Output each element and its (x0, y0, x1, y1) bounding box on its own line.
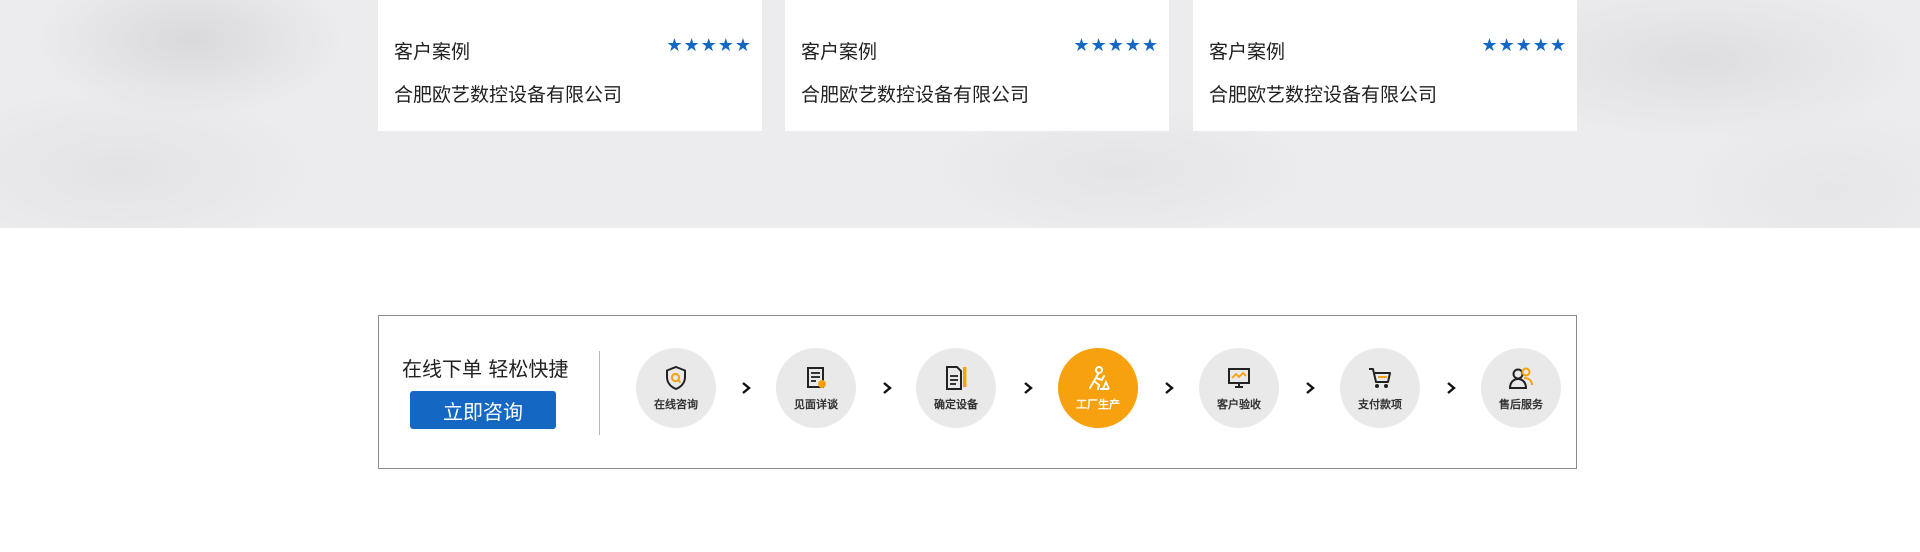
chevron-right-icon (739, 378, 753, 398)
consult-button[interactable]: 立即咨询 (410, 391, 556, 429)
case-company: 合肥欧艺数控设备有限公司 (1209, 84, 1438, 106)
customer-service-icon (1507, 364, 1535, 392)
step-customer-acceptance[interactable]: 客户验收 (1199, 348, 1279, 428)
case-company: 合肥欧艺数控设备有限公司 (394, 84, 623, 106)
case-card[interactable]: 客户案例 ★★★★★ 合肥欧艺数控设备有限公司 (785, 0, 1169, 131)
case-banner: 客户案例 ★★★★★ 合肥欧艺数控设备有限公司 客户案例 ★★★★★ 合肥欧艺数… (0, 0, 1920, 228)
rating-stars: ★★★★★ (1073, 35, 1159, 56)
order-process-panel: 在线下单 轻松快捷 立即咨询 在线咨询 见面详谈 确定设备 工厂生产 客户验收 … (378, 315, 1577, 469)
divider (599, 351, 600, 435)
rating-stars: ★★★★★ (666, 35, 752, 56)
step-label: 确定设备 (934, 398, 978, 411)
worker-icon (1084, 364, 1112, 392)
case-company: 合肥欧艺数控设备有限公司 (801, 84, 1030, 106)
case-tag: 客户案例 (801, 41, 878, 63)
case-tag: 客户案例 (1209, 41, 1286, 63)
monitor-icon (1225, 364, 1253, 392)
chevron-right-icon (1021, 378, 1035, 398)
document-check-icon (802, 364, 830, 392)
step-label: 在线咨询 (654, 398, 698, 411)
step-label: 客户验收 (1217, 398, 1261, 411)
step-payment[interactable]: 支付款项 (1340, 348, 1420, 428)
step-online-consult[interactable]: 在线咨询 (636, 348, 716, 428)
step-label: 工厂生产 (1076, 398, 1120, 411)
chevron-right-icon (880, 378, 894, 398)
step-label: 支付款项 (1358, 398, 1402, 411)
chevron-right-icon (1444, 378, 1458, 398)
document-pencil-icon (942, 364, 970, 392)
case-card[interactable]: 客户案例 ★★★★★ 合肥欧艺数控设备有限公司 (378, 0, 762, 131)
step-label: 售后服务 (1499, 398, 1543, 411)
case-card[interactable]: 客户案例 ★★★★★ 合肥欧艺数控设备有限公司 (1193, 0, 1577, 131)
rating-stars: ★★★★★ (1481, 35, 1567, 56)
chevron-right-icon (1162, 378, 1176, 398)
case-tag: 客户案例 (394, 41, 471, 63)
step-meeting[interactable]: 见面详谈 (776, 348, 856, 428)
chevron-right-icon (1303, 378, 1317, 398)
order-title: 在线下单 轻松快捷 (402, 357, 569, 381)
shield-search-icon (662, 364, 690, 392)
step-confirm-equipment[interactable]: 确定设备 (916, 348, 996, 428)
cart-icon (1366, 364, 1394, 392)
step-factory-production[interactable]: 工厂生产 (1058, 348, 1138, 428)
step-label: 见面详谈 (794, 398, 838, 411)
step-after-sales[interactable]: 售后服务 (1481, 348, 1561, 428)
